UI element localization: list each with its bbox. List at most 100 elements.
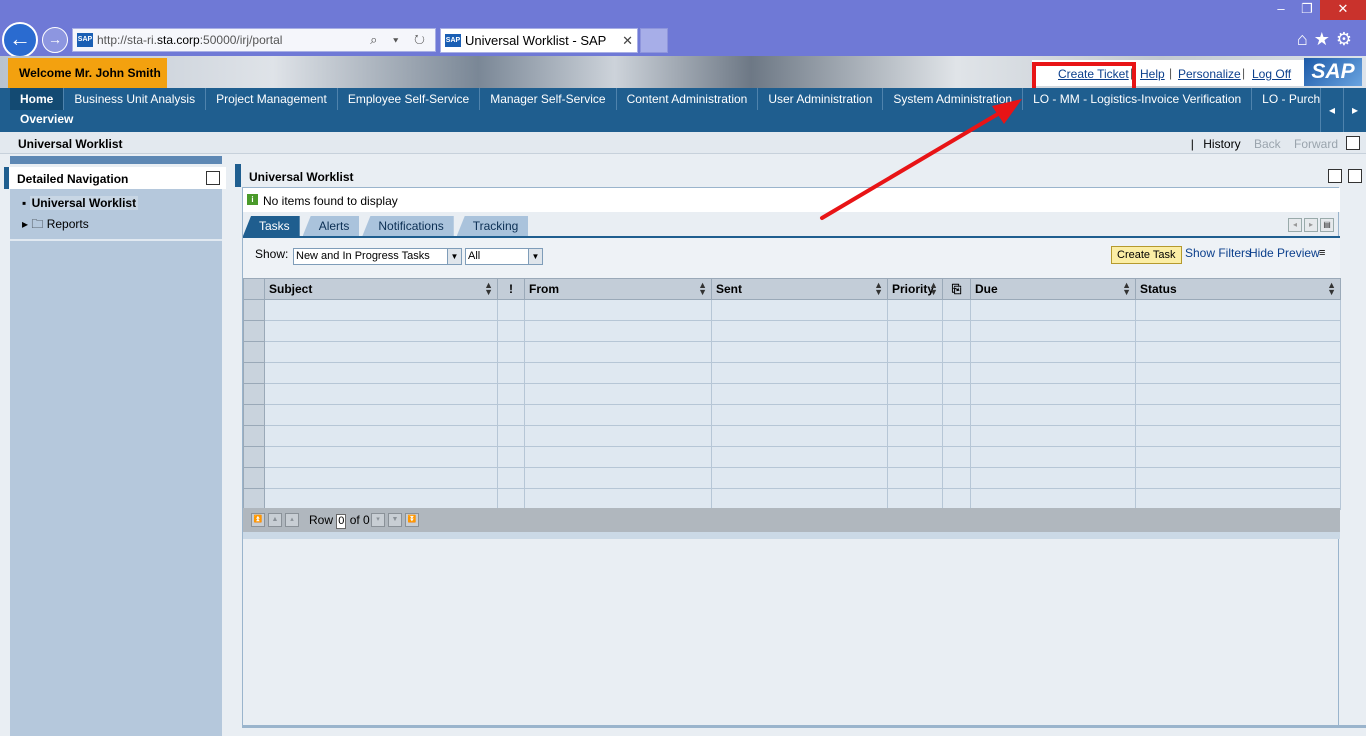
back-arrow-icon[interactable]: ←: [2, 22, 38, 58]
folder-icon[interactable]: ▸ 🗀: [22, 217, 43, 231]
last-page-icon[interactable]: ⏬: [405, 513, 419, 527]
table-row[interactable]: [243, 467, 1341, 489]
help-link[interactable]: Help: [1140, 67, 1165, 81]
hide-preview-link[interactable]: Hide Preview: [1249, 246, 1320, 260]
sort-icon[interactable]: ▲ ▼: [929, 281, 938, 297]
prev-page-icon[interactable]: ▲: [268, 513, 282, 527]
minimize-icon[interactable]: [1348, 169, 1362, 183]
table-row[interactable]: [243, 299, 1341, 321]
address-controls-icon[interactable]: ⌕ ▾ ↻: [370, 29, 431, 51]
row-selector[interactable]: [243, 488, 265, 510]
new-tab-button[interactable]: [640, 28, 668, 53]
address-bar[interactable]: SAP http://sta-ri.sta.corp:50000/irj/por…: [72, 28, 436, 52]
browser-tab[interactable]: SAP Universal Worklist - SAP Ne... ✕: [440, 28, 638, 72]
separator: |: [1169, 66, 1173, 80]
show-filters-link[interactable]: Show Filters: [1185, 246, 1251, 260]
top-nav-tab[interactable]: System Administration: [883, 88, 1024, 110]
personalize-link[interactable]: Personalize: [1178, 67, 1241, 81]
chevron-down-icon[interactable]: ▼: [447, 249, 461, 264]
panel-resize-bar[interactable]: [10, 156, 222, 164]
sort-icon[interactable]: ▲ ▼: [698, 281, 707, 297]
column-header[interactable]: Sent ▲ ▼: [711, 278, 888, 300]
table-row[interactable]: [243, 446, 1341, 468]
chevron-down-icon[interactable]: ▼: [528, 249, 542, 264]
worklist-tab[interactable]: Tracking: [456, 216, 529, 236]
top-nav-tab[interactable]: LO - MM - Logistics-Invoice Verification: [1023, 88, 1253, 110]
home-favorites-settings-icon[interactable]: ⌂★⚙: [1297, 29, 1358, 50]
tab-next-icon[interactable]: ▸: [1304, 218, 1318, 232]
table-row[interactable]: [243, 425, 1341, 447]
row-selector[interactable]: [243, 299, 265, 321]
tab-close-icon[interactable]: ✕: [622, 29, 633, 53]
nav-next-icon[interactable]: ▸: [1343, 88, 1366, 132]
forward-link[interactable]: Forward: [1294, 137, 1338, 151]
subnav-overview[interactable]: Overview: [20, 112, 73, 126]
row-selector[interactable]: [243, 320, 265, 342]
nav-prev-icon[interactable]: ◂: [1320, 88, 1343, 132]
select-all-cell[interactable]: [243, 278, 265, 300]
row-selector[interactable]: [243, 446, 265, 468]
minimize-icon[interactable]: –: [1268, 0, 1294, 20]
history-link[interactable]: History: [1203, 137, 1240, 151]
column-header[interactable]: !: [497, 278, 525, 300]
next-page-icon[interactable]: ▼: [388, 513, 402, 527]
nav-item-reports[interactable]: ▸ 🗀 Reports: [22, 215, 89, 236]
nav-item-universal-worklist[interactable]: ▪ Universal Worklist: [22, 196, 139, 210]
table-row[interactable]: [243, 488, 1341, 510]
column-header[interactable]: Status ▲ ▼: [1135, 278, 1341, 300]
minimize-panel-icon[interactable]: [206, 171, 220, 185]
sort-icon[interactable]: ▲ ▼: [874, 281, 883, 297]
top-nav-tab[interactable]: Employee Self-Service: [338, 88, 481, 110]
next-row-icon[interactable]: ▾: [371, 513, 385, 527]
row-selector[interactable]: [243, 467, 265, 489]
worklist-tab[interactable]: Alerts: [302, 216, 360, 236]
sort-icon[interactable]: ▲ ▼: [1122, 281, 1131, 297]
worklist-tab[interactable]: Tasks: [243, 216, 300, 236]
task-filter-select[interactable]: New and In Progress Tasks ▼: [293, 248, 462, 265]
category-filter-select[interactable]: All ▼: [465, 248, 543, 265]
column-header[interactable]: From ▲ ▼: [524, 278, 712, 300]
tab-list-icon[interactable]: ▤: [1320, 218, 1334, 232]
forward-arrow-icon[interactable]: →: [42, 27, 68, 53]
top-nav-tab[interactable]: Manager Self-Service: [480, 88, 617, 110]
create-task-button[interactable]: Create Task: [1111, 246, 1182, 264]
info-message: i No items found to display: [243, 188, 1340, 212]
top-nav-tab[interactable]: Home: [10, 88, 65, 110]
tab-prev-icon[interactable]: ◂: [1288, 218, 1302, 232]
column-header[interactable]: ⎘: [942, 278, 971, 300]
top-nav-tab[interactable]: Content Administration: [617, 88, 759, 110]
sort-icon[interactable]: ▲ ▼: [1327, 281, 1336, 297]
row-input[interactable]: [336, 513, 347, 529]
row-selector[interactable]: [243, 341, 265, 363]
column-header[interactable]: Priority ▲ ▼: [887, 278, 943, 300]
table-row[interactable]: [243, 383, 1341, 405]
sort-icon[interactable]: ▲ ▼: [484, 281, 493, 297]
top-nav-tab[interactable]: User Administration: [758, 88, 884, 110]
page-menu-icon[interactable]: [1346, 136, 1360, 150]
close-window-icon[interactable]: ✕: [1320, 0, 1366, 20]
table-row[interactable]: [243, 362, 1341, 384]
table-row[interactable]: [243, 320, 1341, 342]
options-menu-icon[interactable]: [1328, 169, 1342, 183]
column-header-label: !: [509, 282, 513, 296]
log-off-link[interactable]: Log Off: [1252, 67, 1291, 81]
back-link[interactable]: Back: [1254, 137, 1281, 151]
table-row[interactable]: [243, 404, 1341, 426]
row-selector[interactable]: [243, 362, 265, 384]
row-selector[interactable]: [243, 404, 265, 426]
welcome-message: Welcome Mr. John Smith: [8, 58, 167, 88]
restore-icon[interactable]: ❐: [1294, 0, 1320, 20]
top-nav-tab[interactable]: Project Management: [206, 88, 338, 110]
task-filter-value: New and In Progress Tasks: [296, 250, 430, 262]
column-header[interactable]: Due ▲ ▼: [970, 278, 1136, 300]
column-header[interactable]: Subject ▲ ▼: [264, 278, 498, 300]
table-row[interactable]: [243, 341, 1341, 363]
filter-settings-icon[interactable]: ≡: [1319, 247, 1325, 259]
prev-row-icon[interactable]: ▴: [285, 513, 299, 527]
url-host: sta.corp: [157, 33, 200, 47]
worklist-tab[interactable]: Notifications: [362, 216, 454, 236]
top-nav-tab[interactable]: Business Unit Analysis: [64, 88, 207, 110]
row-selector[interactable]: [243, 383, 265, 405]
first-page-icon[interactable]: ⏫: [251, 513, 265, 527]
row-selector[interactable]: [243, 425, 265, 447]
